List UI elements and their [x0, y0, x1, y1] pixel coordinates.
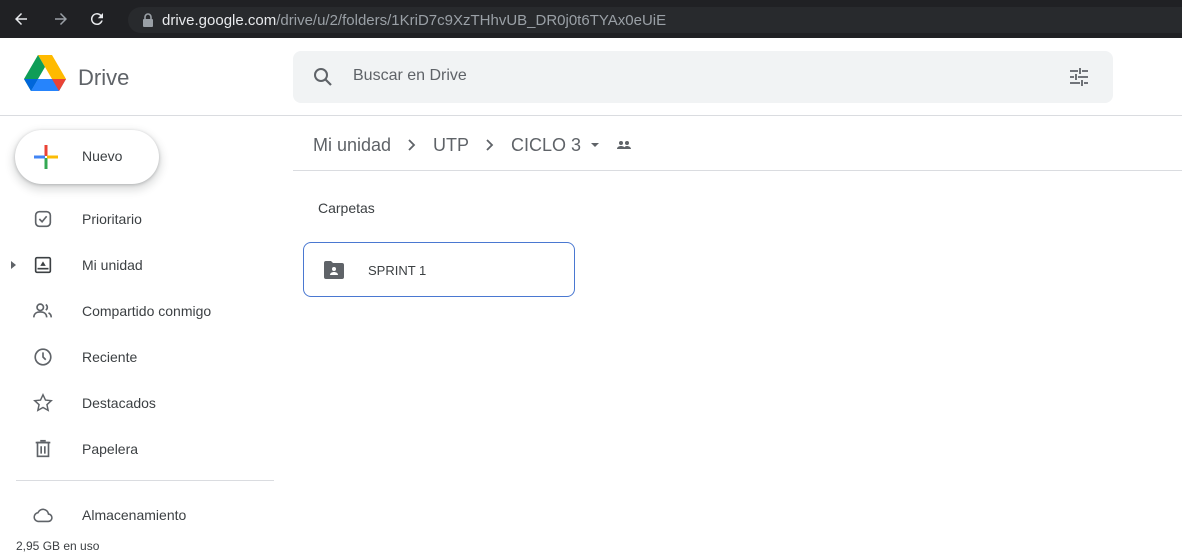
- sidebar-item-shared[interactable]: Compartido conmigo: [0, 295, 280, 327]
- back-button[interactable]: [10, 8, 32, 30]
- arrow-right-icon: [55, 13, 67, 25]
- sidebar-item-my-drive[interactable]: Mi unidad: [0, 249, 280, 281]
- arrow-left-icon: [15, 13, 27, 25]
- cloud-icon: [33, 508, 53, 523]
- drive-logo[interactable]: [24, 55, 66, 93]
- sidebar: Nuevo Prioritario Mi unidad Compartido c…: [0, 117, 290, 556]
- chevron-right-icon: [405, 138, 419, 152]
- sidebar-item-recent[interactable]: Reciente: [0, 341, 280, 373]
- new-button-label: Nuevo: [82, 148, 123, 164]
- trash-icon: [35, 439, 51, 458]
- plus-icon: [34, 145, 58, 169]
- content-divider: [293, 170, 1182, 171]
- chevron-right-icon: [483, 138, 497, 152]
- breadcrumb-current[interactable]: CICLO 3: [511, 135, 581, 156]
- folder-name: SPRINT 1: [368, 263, 427, 278]
- breadcrumb: Mi unidad UTP CICLO 3: [313, 130, 633, 160]
- sidebar-item-label: Almacenamiento: [82, 507, 187, 523]
- url-path: /drive/u/2/folders/1KriD7c9XzTHhvUB_DR0j…: [276, 11, 667, 29]
- sidebar-item-label: Reciente: [82, 349, 138, 365]
- breadcrumb-item[interactable]: UTP: [433, 135, 469, 156]
- sidebar-item-priority[interactable]: Prioritario: [0, 203, 280, 235]
- forward-button[interactable]: [50, 8, 72, 30]
- storage-usage-text: 2,95 GB en uso: [16, 539, 100, 553]
- breadcrumb-item[interactable]: Mi unidad: [313, 135, 391, 156]
- sidebar-item-label: Compartido conmigo: [82, 303, 212, 319]
- clock-icon: [34, 348, 52, 366]
- priority-icon: [34, 210, 52, 228]
- new-button[interactable]: Nuevo: [15, 130, 159, 184]
- shared-folder-icon: [324, 261, 344, 279]
- address-bar[interactable]: drive.google.com/drive/u/2/folders/1KriD…: [128, 7, 1182, 33]
- lock-icon: [142, 13, 154, 27]
- sidebar-item-label: Papelera: [82, 441, 139, 457]
- dropdown-caret-icon[interactable]: [589, 139, 601, 151]
- browser-toolbar: drive.google.com/drive/u/2/folders/1KriD…: [0, 0, 1182, 38]
- reload-icon: [90, 13, 103, 26]
- reload-button[interactable]: [86, 8, 108, 30]
- shared-folder-icon: [615, 136, 633, 154]
- search-icon[interactable]: [311, 65, 335, 89]
- sidebar-item-label: Mi unidad: [82, 257, 143, 273]
- search-input[interactable]: Buscar en Drive: [353, 67, 467, 85]
- search-options-icon[interactable]: [1067, 65, 1091, 89]
- folder-card[interactable]: SPRINT 1: [303, 242, 575, 297]
- sidebar-item-label: Destacados: [82, 395, 156, 411]
- my-drive-icon: [34, 256, 52, 274]
- sidebar-item-starred[interactable]: Destacados: [0, 387, 280, 419]
- sidebar-divider: [16, 480, 274, 481]
- sidebar-item-storage[interactable]: Almacenamiento: [0, 499, 280, 531]
- drive-header: Drive Buscar en Drive: [0, 38, 1182, 116]
- brand-name[interactable]: Drive: [78, 65, 129, 91]
- search-bar[interactable]: Buscar en Drive: [293, 51, 1113, 103]
- shared-icon: [33, 303, 53, 318]
- expand-arrow-icon[interactable]: [8, 260, 18, 270]
- sidebar-item-label: Prioritario: [82, 211, 142, 227]
- url-host: drive.google.com: [162, 11, 277, 29]
- sidebar-item-trash[interactable]: Papelera: [0, 433, 280, 465]
- section-title-folders: Carpetas: [318, 200, 375, 216]
- star-icon: [33, 393, 53, 412]
